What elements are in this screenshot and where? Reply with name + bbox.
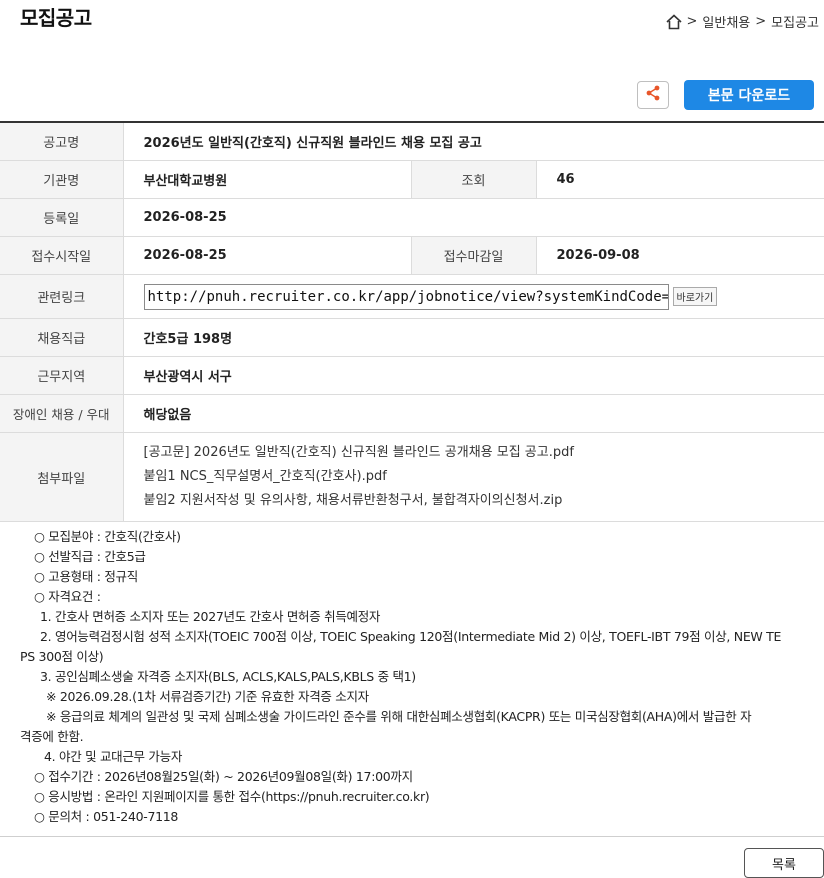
content-line: ○ 자격요건 : (34, 589, 101, 604)
reg-date-label: 등록일 (0, 198, 124, 237)
info-table: 공고명 2026년도 일반직(간호직) 신규직원 블라인드 채용 모집 공고 기… (0, 121, 824, 522)
content-line: ○ 응시방법 : 온라인 지원페이지를 통한 접수(https://pnuh.r… (34, 789, 430, 804)
file-link[interactable]: 붙임2 지원서작성 및 유의사항, 채용서류반환청구서, 불합격자이의신청서.z… (144, 489, 824, 513)
title-value: 2026년도 일반직(간호직) 신규직원 블라인드 채용 모집 공고 (123, 122, 824, 161)
files-label: 첨부파일 (0, 432, 124, 522)
file-link[interactable]: 붙임1 NCS_직무설명서_간호직(간호사).pdf (144, 465, 824, 489)
table-row: 기관명 부산대학교병원 조회 46 (0, 160, 824, 199)
org-label: 기관명 (0, 160, 124, 199)
content-line: ○ 선발직급 : 간호5급 (34, 549, 146, 564)
views-value: 46 (536, 160, 824, 199)
file-link[interactable]: [공고문] 2026년도 일반직(간호직) 신규직원 블라인드 공개채용 모집 … (144, 441, 824, 465)
grade-value: 간호5급 198명 (123, 318, 824, 357)
reg-date-value: 2026-08-25 (123, 198, 824, 237)
content-line: ※ 응급의료 체계의 일관성 및 국제 심폐소생술 가이드라인 준수를 위해 대… (46, 709, 752, 724)
region-value: 부산광역시 서구 (123, 356, 824, 395)
content-line: ○ 고용형태 : 정규직 (34, 569, 138, 584)
breadcrumb-item-general[interactable]: 일반채용 (702, 12, 750, 31)
toolbar: 본문 다운로드 (0, 78, 824, 114)
content-line: 4. 야간 및 교대근무 가능자 (44, 749, 183, 764)
table-row: 공고명 2026년도 일반직(간호직) 신규직원 블라인드 채용 모집 공고 (0, 122, 824, 161)
share-button[interactable] (637, 81, 669, 109)
end-date-label: 접수마감일 (411, 236, 537, 275)
grade-label: 채용직급 (0, 318, 124, 357)
content-line: ○ 문의처 : 051-240-7118 (34, 809, 179, 824)
disabled-label: 장애인 채용 / 우대 (0, 394, 124, 433)
breadcrumb-separator: > (755, 14, 767, 29)
files-cell: [공고문] 2026년도 일반직(간호직) 신규직원 블라인드 공개채용 모집 … (123, 432, 824, 522)
link-field[interactable]: http://pnuh.recruiter.co.kr/app/jobnotic… (143, 283, 669, 310)
content-line: ○ 접수기간 : 2026년08월25일(화) ~ 2026년09월08일(화)… (34, 769, 413, 784)
views-label: 조회 (411, 160, 537, 199)
breadcrumb-separator: > (686, 14, 698, 29)
table-row: 관련링크 http://pnuh.recruiter.co.kr/app/job… (0, 274, 824, 319)
org-value: 부산대학교병원 (123, 160, 412, 199)
table-row: 첨부파일 [공고문] 2026년도 일반직(간호직) 신규직원 블라인드 공개채… (0, 432, 824, 522)
start-date-value: 2026-08-25 (123, 236, 412, 275)
home-icon[interactable] (665, 13, 683, 31)
content-line: 1. 간호사 면허증 소지자 또는 2027년도 간호사 면허증 취득예정자 (40, 609, 381, 624)
breadcrumb: > 일반채용 > 모집공고 (665, 12, 824, 31)
table-row: 장애인 채용 / 우대 해당없음 (0, 394, 824, 433)
link-label: 관련링크 (0, 274, 124, 319)
table-row: 등록일 2026-08-25 (0, 198, 824, 237)
content-line: ※ 2026.09.28.(1차 서류검증기간) 기준 유효한 자격증 소지자 (46, 689, 369, 704)
table-row: 채용직급 간호5급 198명 (0, 318, 824, 357)
download-button[interactable]: 본문 다운로드 (684, 80, 814, 110)
table-row: 근무지역 부산광역시 서구 (0, 356, 824, 395)
content-line: 격증에 한함. (20, 729, 84, 744)
content-line: 2. 영어능력검정시험 성적 소지자(TOEIC 700점 이상, TOEIC … (40, 629, 782, 644)
go-link-button[interactable]: 바로가기 (672, 287, 718, 306)
list-button[interactable]: 목록 (744, 848, 824, 878)
table-row: 접수시작일 2026-08-25 접수마감일 2026-09-08 (0, 236, 824, 275)
start-date-label: 접수시작일 (0, 236, 124, 275)
disabled-value: 해당없음 (123, 394, 824, 433)
page-title: 모집공고 (20, 6, 92, 30)
title-label: 공고명 (0, 122, 124, 161)
region-label: 근무지역 (0, 356, 124, 395)
footer-divider (0, 836, 824, 837)
notice-content: ○ 모집분야 : 간호직(간호사) ○ 선발직급 : 간호5급 ○ 고용형태 :… (0, 527, 824, 827)
link-cell: http://pnuh.recruiter.co.kr/app/jobnotic… (123, 274, 824, 319)
share-icon (644, 84, 662, 106)
content-line: 3. 공인심폐소생술 자격증 소지자(BLS, ACLS,KALS,PALS,K… (40, 669, 416, 684)
content-line: PS 300점 이상) (20, 649, 104, 664)
breadcrumb-item-notice[interactable]: 모집공고 (771, 12, 819, 31)
end-date-value: 2026-09-08 (536, 236, 824, 275)
content-line: ○ 모집분야 : 간호직(간호사) (34, 529, 181, 544)
